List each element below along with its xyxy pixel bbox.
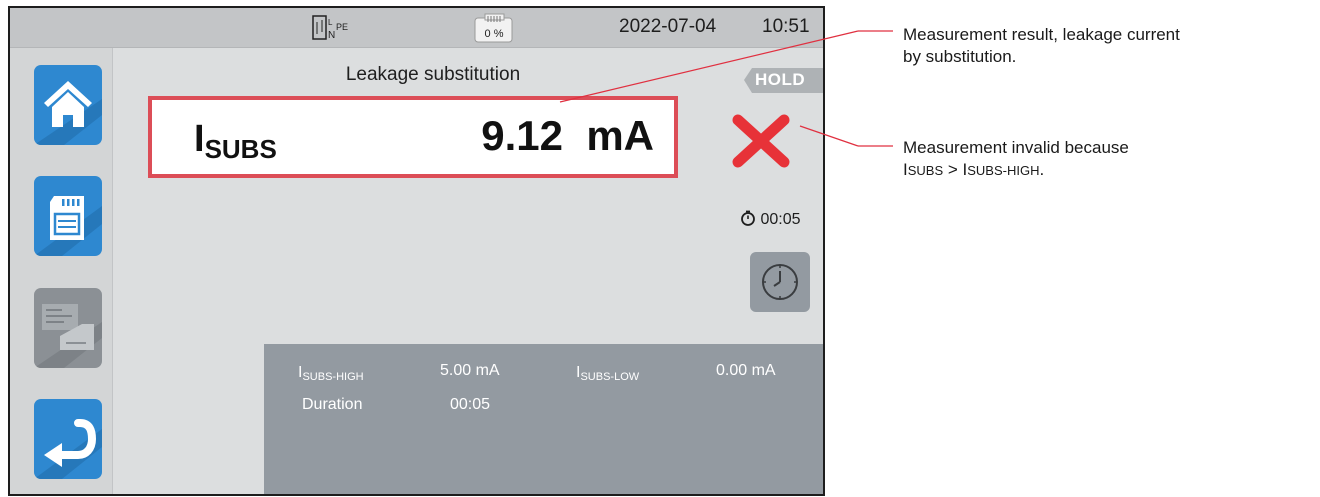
annotation-end: . (1039, 160, 1045, 179)
figure: L N PE 0 % 2022-07-04 10:51 Leakage subs… (0, 0, 1320, 497)
annotation-invalid-line2: ISUBS > ISUBS-HIGH. (903, 159, 1129, 182)
annotation-result-line2: by substitution. (903, 47, 1017, 66)
callout-lines (559, 30, 893, 147)
annotation-sub2: SUBS-HIGH (967, 163, 1040, 178)
annotation-invalid: Measurement invalid because ISUBS > ISUB… (903, 137, 1129, 182)
annotation-invalid-line1: Measurement invalid because (903, 138, 1129, 157)
annotation-result: Measurement result, leakage current by s… (903, 24, 1180, 68)
annotation-gt: > (943, 160, 963, 179)
annotation-result-line1: Measurement result, leakage current (903, 25, 1180, 44)
callout-line-result (559, 30, 859, 103)
annotation-sub1: SUBS (907, 163, 944, 178)
callout-line-invalid (799, 125, 859, 147)
